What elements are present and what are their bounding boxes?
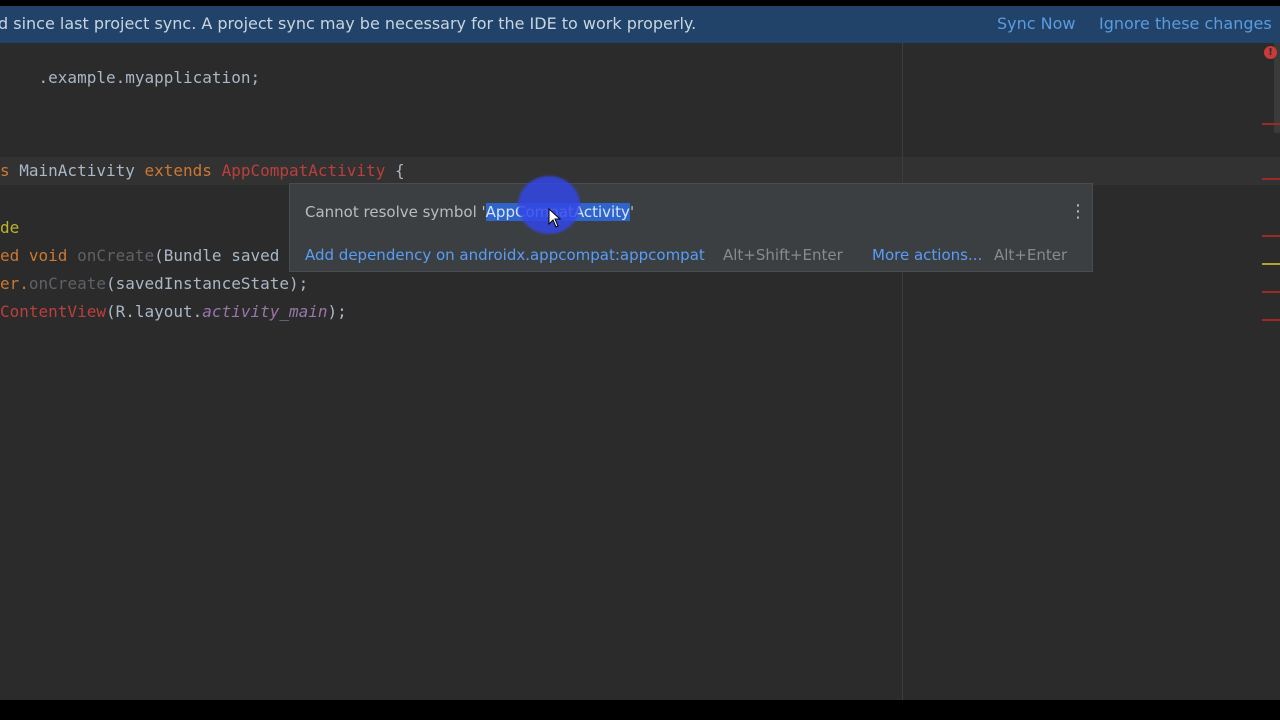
code-method-name: onCreate [77, 246, 155, 265]
popup-title-prefix: Cannot resolve symbol ' [305, 203, 486, 221]
code-line-set-content-view: ContentView(R.layout.activity_main); [0, 302, 347, 322]
code-text: (Bundle saved [154, 246, 280, 265]
quick-fix-popup: Cannot resolve symbol 'AppCompatActivity… [289, 183, 1093, 272]
more-actions-link[interactable]: More actions... [872, 246, 982, 264]
code-keyword: ed void [0, 246, 78, 265]
code-method-call: onCreate [28, 274, 106, 293]
code-class-name: MainActivity [19, 161, 145, 180]
code-keyword-super: er. [0, 274, 29, 293]
bottom-black-bar [0, 700, 1280, 720]
code-editor[interactable]: .example.myapplication; s MainActivity e… [0, 43, 1280, 700]
sync-now-link[interactable]: Sync Now [997, 14, 1076, 33]
error-stripe-mark[interactable] [1262, 178, 1280, 180]
error-stripe-mark[interactable] [1262, 235, 1280, 237]
code-line-class-decl: s MainActivity extends AppCompatActivity… [0, 161, 405, 181]
code-text: (R.layout. [105, 302, 203, 321]
code-text: ); [327, 302, 347, 321]
code-brace: { [385, 161, 405, 180]
code-line-annotation: de [0, 218, 19, 238]
error-stripe-mark[interactable] [1262, 291, 1280, 293]
right-margin-guide [902, 43, 903, 700]
code-annotation: de [0, 218, 20, 237]
unresolved-symbol[interactable]: AppCompatActivity [222, 161, 386, 180]
error-indicator-icon[interactable]: ! [1264, 46, 1277, 59]
gradle-sync-banner: d since last project sync. A project syn… [0, 6, 1280, 43]
code-field: activity_main [202, 302, 328, 321]
error-stripe-mark[interactable] [1262, 319, 1280, 321]
warning-stripe-mark[interactable] [1262, 263, 1280, 265]
popup-title-suffix: ' [629, 203, 635, 221]
code-keyword: s [0, 161, 20, 180]
popup-title: Cannot resolve symbol 'AppCompatActivity… [305, 203, 634, 221]
more-options-icon[interactable]: ⋮ [1069, 202, 1087, 222]
add-dependency-action[interactable]: Add dependency on androidx.appcompat:app… [305, 246, 705, 264]
code-line-super-call: er.onCreate(savedInstanceState); [0, 274, 308, 294]
mouse-pointer-icon [548, 208, 562, 228]
code-line-oncreate: ed void onCreate(Bundle saved [0, 246, 279, 266]
code-line-package: .example.myapplication; [0, 48, 261, 108]
code-text: (savedInstanceState); [105, 274, 309, 293]
add-dependency-shortcut: Alt+Shift+Enter [723, 246, 843, 264]
code-text: .example.myapplication; [38, 68, 261, 87]
error-stripe-mark[interactable] [1262, 123, 1280, 125]
ignore-changes-link[interactable]: Ignore these changes [1099, 14, 1272, 33]
more-actions-shortcut: Alt+Enter [994, 246, 1068, 264]
code-method-call: ContentView [0, 302, 106, 321]
sync-banner-message: d since last project sync. A project syn… [0, 14, 697, 33]
code-keyword-extends: extends [144, 161, 222, 180]
